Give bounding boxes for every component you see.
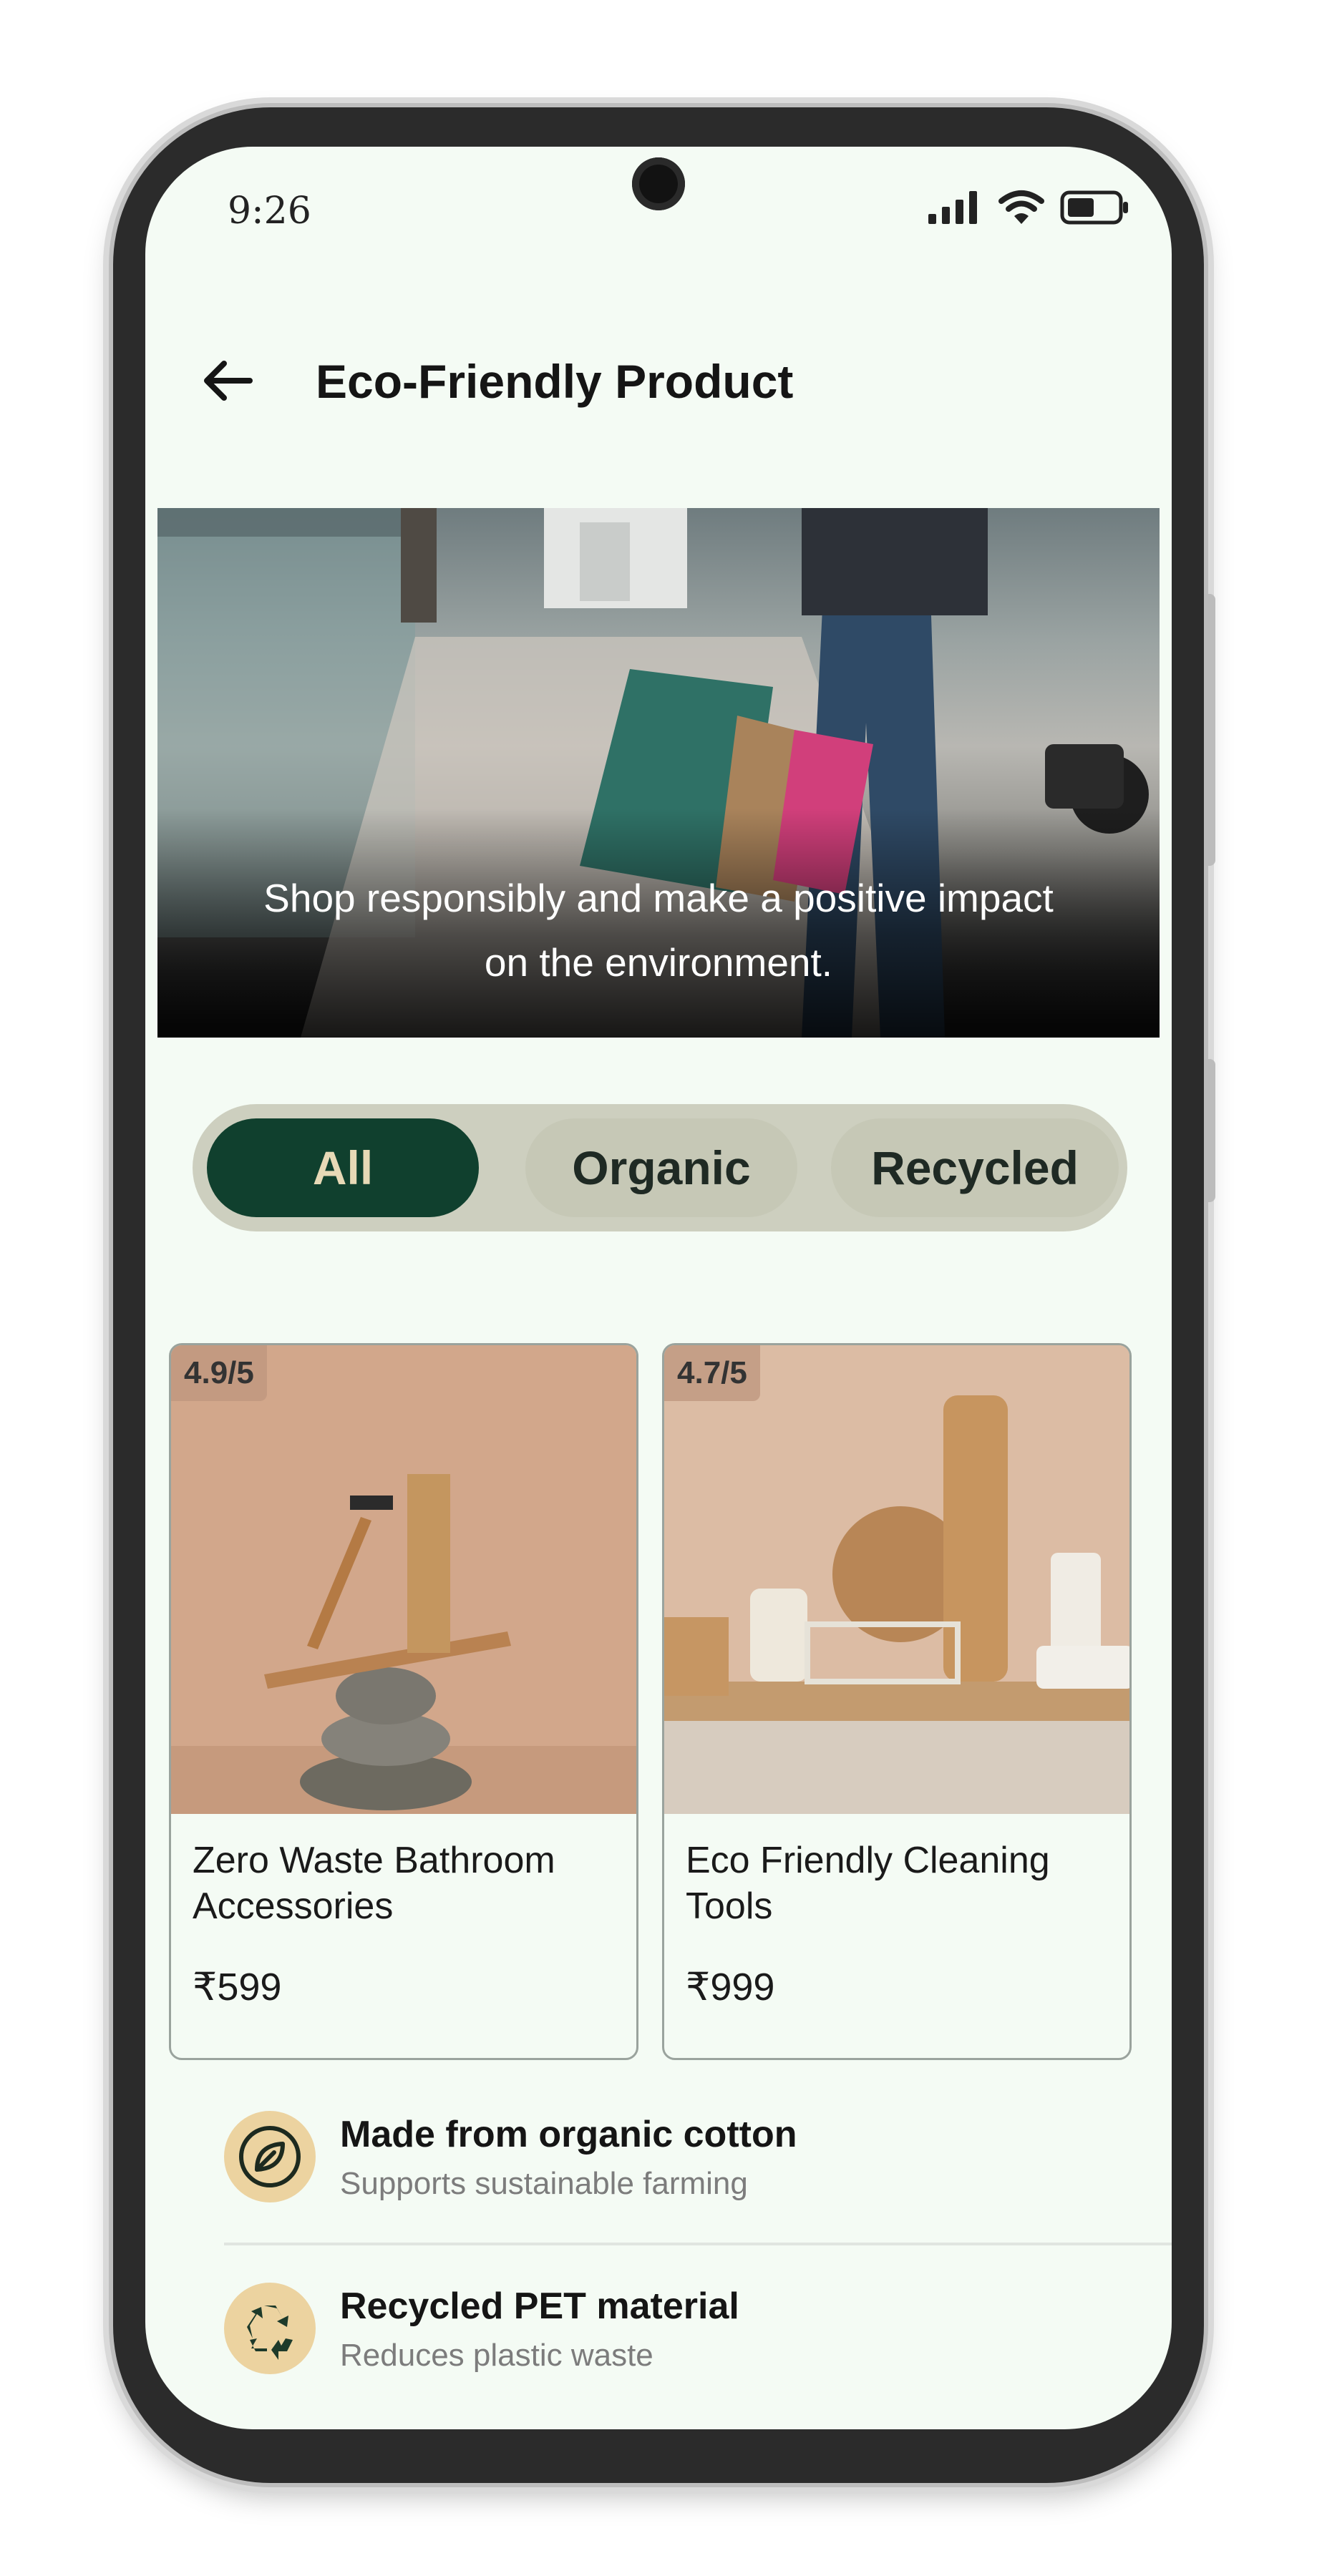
rating-badge: 4.9/5 <box>171 1345 267 1401</box>
feature-item: Made from organic cotton Supports sustai… <box>224 2100 1172 2215</box>
cleaning-tools-illustration <box>664 1345 1129 1814</box>
filter-chip-organic[interactable]: Organic <box>525 1118 797 1217</box>
filter-tabs: All Organic Recycled <box>193 1104 1127 1231</box>
recycle-icon <box>224 2283 316 2374</box>
feature-subtitle: Reduces plastic waste <box>340 2338 653 2373</box>
volume-button <box>1204 594 1215 866</box>
power-button <box>1204 1059 1215 1202</box>
product-price: ₹999 <box>686 1966 775 2009</box>
back-button[interactable] <box>197 351 257 411</box>
status-icons <box>928 190 1129 225</box>
signal-icon <box>928 191 977 224</box>
product-card[interactable]: 4.9/5 Zero Waste Bathroom Accessories ₹5… <box>169 1343 638 2060</box>
filter-chip-recycled[interactable]: Recycled <box>831 1118 1119 1217</box>
feature-title: Made from organic cotton <box>340 2114 797 2155</box>
leaf-icon <box>224 2111 316 2202</box>
app-screen: 9:26 Eco-Friendly Product Shop responsib… <box>145 147 1172 2429</box>
product-price: ₹599 <box>193 1966 282 2009</box>
feature-subtitle: Supports sustainable farming <box>340 2166 748 2201</box>
feature-item: Recycled PET material Reduces plastic wa… <box>224 2272 1172 2386</box>
product-name: Eco Friendly Cleaning Tools <box>686 1840 1050 1927</box>
battery-icon <box>1060 190 1128 225</box>
bathroom-accessories-illustration <box>171 1345 636 1814</box>
feature-title: Recycled PET material <box>340 2285 739 2327</box>
hero-caption: Shop responsibly and make a positive imp… <box>263 876 1054 985</box>
product-image <box>664 1345 1129 1814</box>
filter-chip-all[interactable]: All <box>207 1118 479 1217</box>
arrow-left-icon <box>204 361 253 401</box>
rating-badge: 4.7/5 <box>664 1345 760 1401</box>
page-title: Eco-Friendly Product <box>316 355 794 408</box>
status-time: 9:26 <box>228 190 311 233</box>
product-image <box>171 1345 636 1814</box>
product-name: Zero Waste Bathroom Accessories <box>193 1840 555 1927</box>
front-camera <box>632 157 685 210</box>
hero-banner: Shop responsibly and make a positive imp… <box>157 508 1160 1038</box>
product-card[interactable]: 4.7/5 Eco Friendly Cleaning Tools ₹999 <box>662 1343 1132 2060</box>
wifi-icon <box>998 190 1044 224</box>
divider <box>224 2243 1172 2245</box>
